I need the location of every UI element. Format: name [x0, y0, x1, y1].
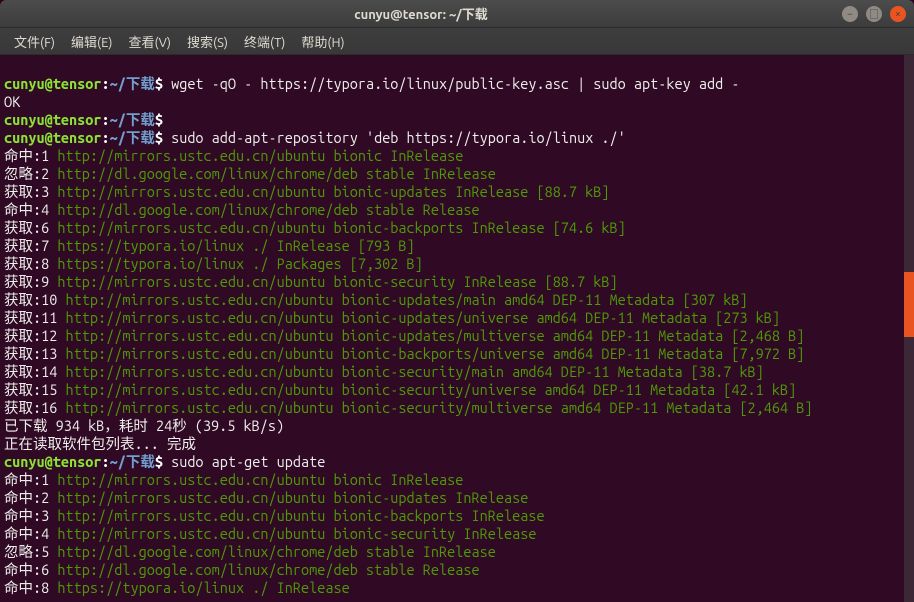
apt-line: 获取:11: [4, 309, 65, 326]
cmd-wget: wget -qO - https://typora.io/linux/publi…: [163, 75, 740, 92]
apt-line: 获取:3: [4, 183, 57, 200]
maximize-button[interactable]: □: [866, 6, 882, 22]
window-controls: − □ ×: [842, 6, 914, 22]
apt-line: 获取:15: [4, 381, 65, 398]
prompt-userhost: cunyu@tensor: [4, 75, 101, 92]
terminal-output[interactable]: cunyu@tensor:~/下载$ wget -qO - https://ty…: [0, 55, 914, 602]
apt-line: 命中:1: [4, 147, 57, 164]
minimize-button[interactable]: −: [842, 6, 858, 22]
apt-line: 获取:12: [4, 327, 65, 344]
apt-line: 获取:7: [4, 237, 57, 254]
prompt-userhost: cunyu@tensor: [4, 453, 101, 470]
window-title: cunyu@tensor: ~/下载: [0, 4, 842, 23]
prompt-userhost: cunyu@tensor: [4, 129, 101, 146]
apt-line: 获取:13: [4, 345, 65, 362]
apt-line: 获取:14: [4, 363, 65, 380]
output-ok: OK: [4, 93, 20, 110]
cmd-add-repo: sudo add-apt-repository 'deb https://typ…: [163, 129, 626, 146]
apt-line: 命中:6: [4, 561, 57, 578]
prompt-path: ~/下载: [110, 75, 155, 92]
apt-line: 获取:16: [4, 399, 65, 416]
menu-terminal[interactable]: 终端(T): [238, 30, 291, 53]
close-button[interactable]: ×: [890, 6, 906, 22]
apt-line: 获取:8: [4, 255, 57, 272]
apt-line: 命中:1: [4, 471, 57, 488]
apt-line: 获取:10: [4, 291, 65, 308]
apt-line: 命中:2: [4, 489, 57, 506]
apt-reading: 正在读取软件包列表... 完成: [4, 435, 196, 452]
apt-line: 命中:4: [4, 201, 57, 218]
terminal-scrollbar[interactable]: [904, 55, 914, 602]
menu-view[interactable]: 查看(V): [123, 30, 177, 53]
window-titlebar: cunyu@tensor: ~/下载 − □ ×: [0, 0, 914, 28]
apt-line: 获取:9: [4, 273, 57, 290]
cmd-apt-update: sudo apt-get update: [163, 453, 325, 470]
menu-search[interactable]: 搜索(S): [181, 30, 234, 53]
apt-line: 获取:6: [4, 219, 57, 236]
menu-help[interactable]: 帮助(H): [295, 30, 350, 53]
apt-downloaded: 已下载 934 kB，耗时 24秒 (39.5 kB/s): [4, 417, 284, 434]
prompt-dollar: $: [155, 75, 163, 92]
apt-line: 命中:8: [4, 579, 57, 596]
prompt-colon: :: [101, 75, 109, 92]
menu-edit[interactable]: 编辑(E): [65, 30, 118, 53]
menu-bar: 文件(F) 编辑(E) 查看(V) 搜索(S) 终端(T) 帮助(H): [0, 28, 914, 55]
menu-file[interactable]: 文件(F): [8, 30, 61, 53]
scrollbar-thumb[interactable]: [904, 272, 914, 337]
apt-line: 忽略:5: [4, 543, 57, 560]
apt-line: 忽略:2: [4, 165, 57, 182]
apt-line: 命中:4: [4, 525, 57, 542]
apt-line: 命中:3: [4, 507, 57, 524]
prompt-userhost: cunyu@tensor: [4, 111, 101, 128]
